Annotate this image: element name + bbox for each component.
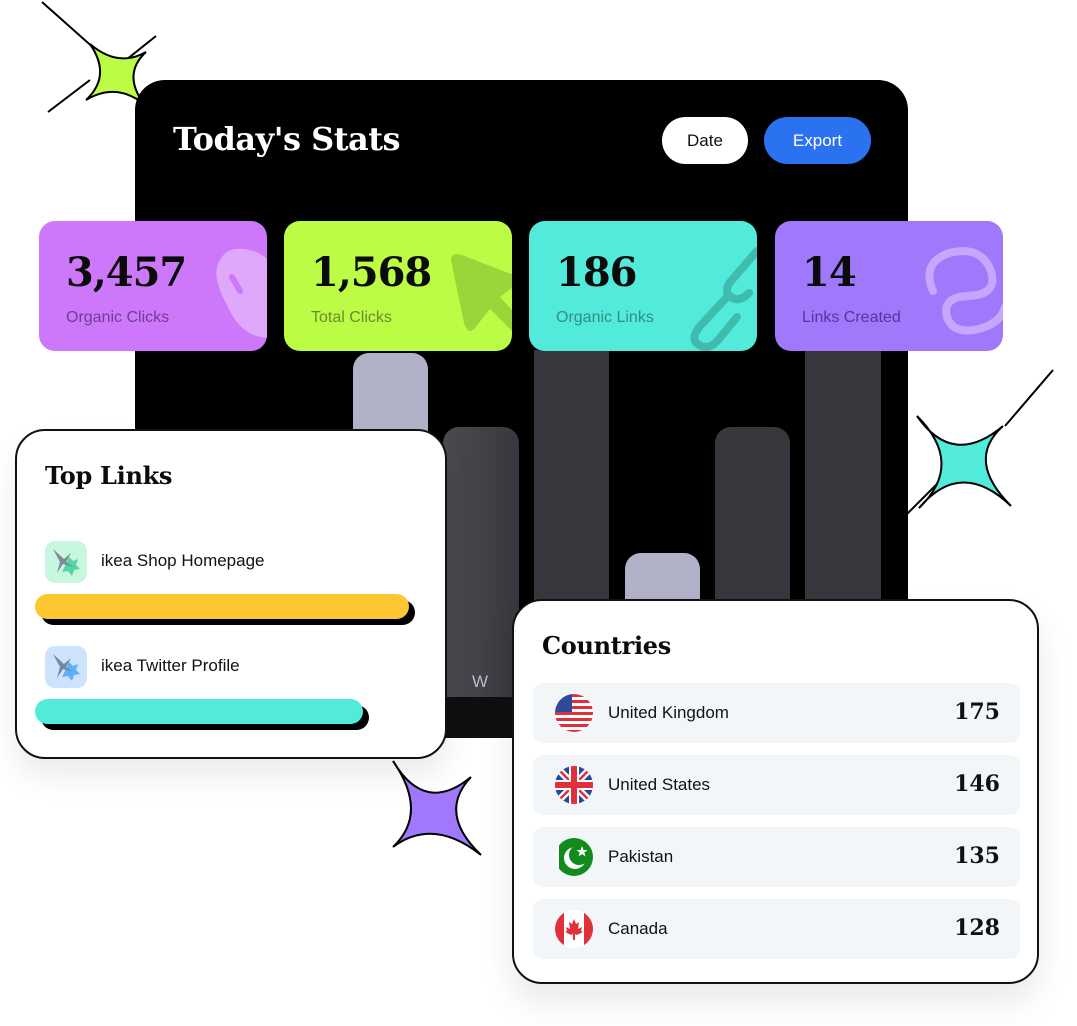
sparkle-teal-icon — [906, 369, 1054, 515]
stat-label: Total Clicks — [311, 309, 392, 326]
chart-bar — [443, 427, 519, 697]
sparkle-purple-icon — [392, 760, 482, 856]
stat-label: Organic Clicks — [66, 309, 170, 326]
country-row[interactable]: United Kingdom 175 — [533, 683, 1020, 743]
stat-card-links-created[interactable]: 14 Links Created — [775, 221, 1003, 351]
country-row[interactable]: Pakistan 135 — [533, 827, 1020, 887]
country-row[interactable]: United States 146 — [533, 755, 1020, 815]
page-title: Today's Stats — [173, 120, 401, 158]
stat-value: 3,457 — [66, 249, 187, 296]
export-button[interactable]: Export — [764, 117, 871, 164]
country-count: 135 — [954, 843, 1000, 869]
country-name: United States — [608, 775, 711, 794]
stat-card-organic-links[interactable]: 186 Organic Links — [529, 221, 757, 351]
stat-value: 1,568 — [311, 249, 432, 296]
top-links-card: Top Links ikea Shop Homepage ikea Twitte… — [15, 429, 447, 759]
country-count: 146 — [954, 771, 1000, 797]
country-count: 175 — [954, 699, 1000, 725]
country-count: 128 — [954, 915, 1000, 941]
loop-link-icon — [925, 247, 1003, 335]
canada-flag-icon — [555, 910, 593, 948]
top-link-progress-bar — [35, 699, 363, 724]
top-link-name: ikea Shop Homepage — [101, 551, 265, 570]
mouse-icon — [216, 248, 267, 338]
country-name: United Kingdom — [608, 703, 729, 722]
cursor-arrow-icon — [451, 254, 512, 331]
stat-card-organic-clicks[interactable]: 3,457 Organic Clicks — [39, 221, 267, 351]
pakistan-flag-icon — [555, 838, 593, 876]
stat-label: Links Created — [802, 309, 901, 326]
stat-value: 14 — [802, 249, 857, 296]
country-name: Pakistan — [608, 847, 674, 866]
sparkle-star-icon — [45, 541, 87, 583]
top-links-title: Top Links — [45, 461, 173, 490]
country-name: Canada — [608, 919, 668, 938]
chain-link-icon — [690, 247, 757, 351]
countries-card: Countries United Kingdom 175 United Stat… — [512, 599, 1039, 984]
country-row[interactable]: Canada 128 — [533, 899, 1020, 959]
uk-flag-icon — [555, 766, 593, 804]
stat-value: 186 — [556, 249, 637, 296]
us-flag-icon — [555, 694, 593, 732]
countries-title: Countries — [542, 631, 671, 660]
sparkle-star-icon — [45, 646, 87, 688]
top-link-name: ikea Twitter Profile — [101, 656, 240, 675]
stat-label: Organic Links — [556, 309, 654, 326]
top-link-progress-bar — [35, 594, 409, 619]
date-button[interactable]: Date — [662, 117, 748, 164]
stat-card-total-clicks[interactable]: 1,568 Total Clicks — [284, 221, 512, 351]
chart-axis-label: W — [472, 672, 489, 691]
